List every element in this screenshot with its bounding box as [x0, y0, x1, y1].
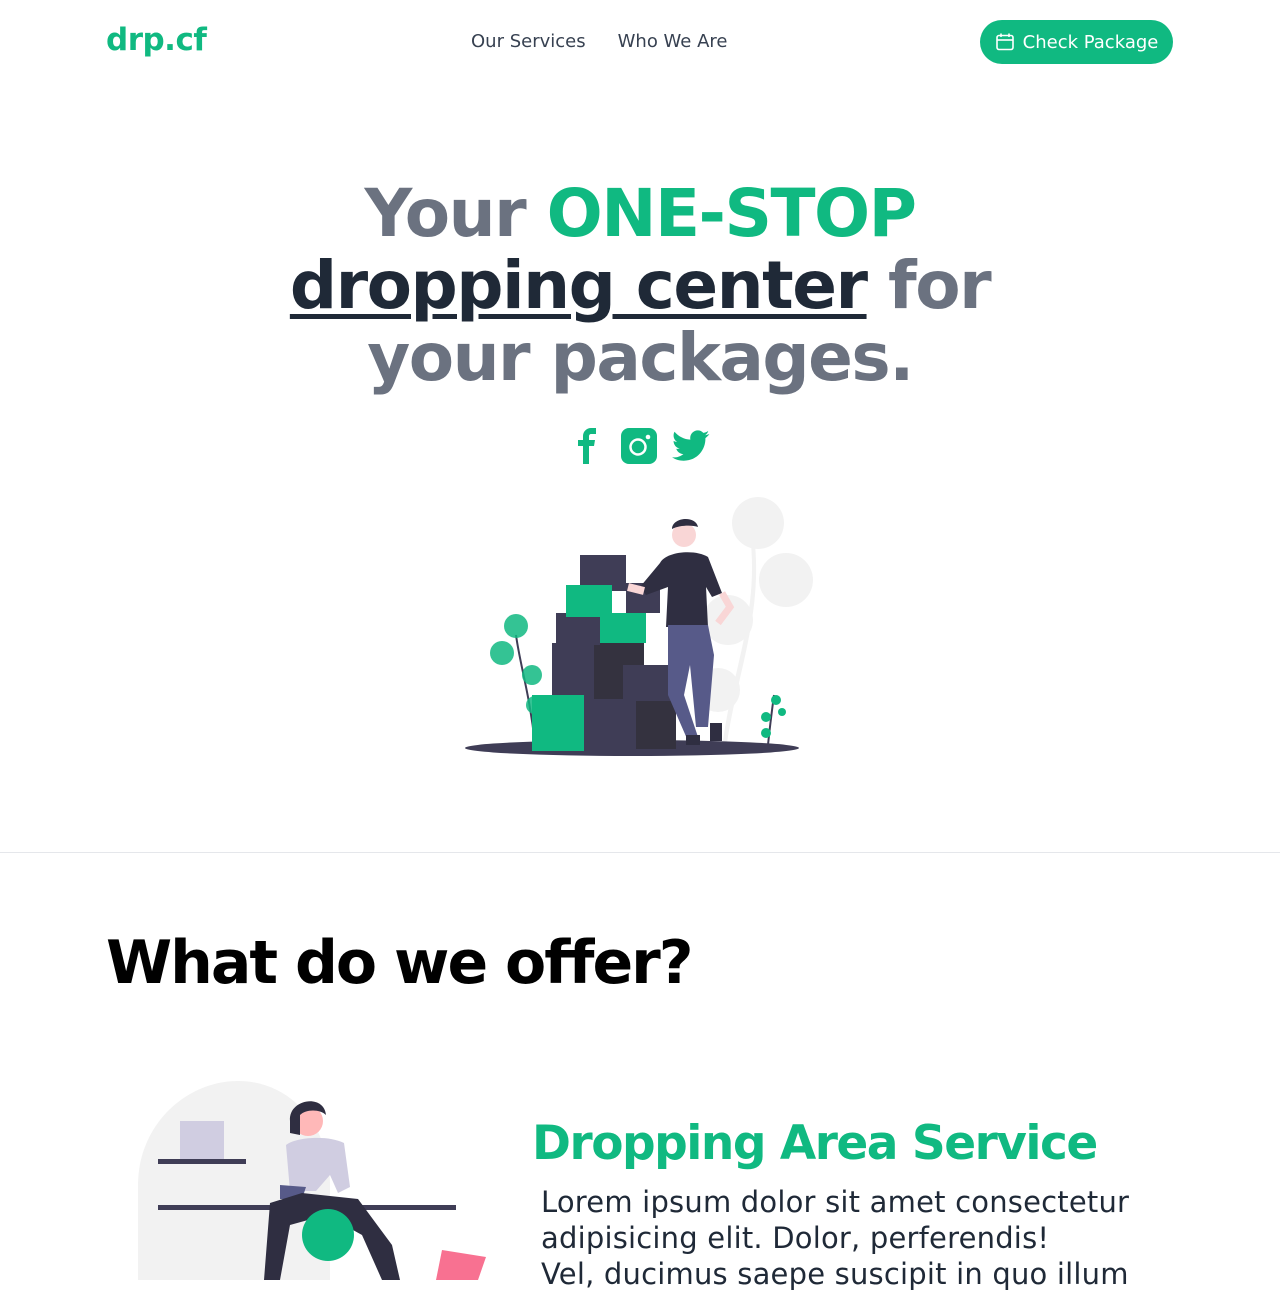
hero-title-line-3: your packages. [367, 319, 914, 396]
service-description-line: Lorem ipsum dolor sit amet consectetur [541, 1185, 1130, 1219]
section-divider [0, 852, 1280, 853]
navbar: drp.cf Our Services Who We Are Check Pac… [0, 0, 1280, 84]
social-links [568, 427, 710, 465]
hero-title-accent: ONE-STOP [546, 175, 917, 252]
service-description-line: adipisicing elit. Dolor, perferendis! [541, 1221, 1050, 1255]
service-description: Lorem ipsum dolor sit amet consectetur a… [541, 1184, 1181, 1292]
calendar-icon [995, 32, 1015, 52]
hero-illustration [460, 495, 820, 765]
dropping-area-illustration [130, 1075, 500, 1280]
nav-links: Our Services Who We Are [471, 31, 727, 52]
hero-title: Your ONE-STOP dropping center for your p… [240, 178, 1040, 394]
twitter-icon[interactable] [672, 427, 710, 465]
facebook-icon[interactable] [568, 427, 606, 465]
check-package-button[interactable]: Check Package [980, 20, 1173, 64]
instagram-icon[interactable] [620, 427, 658, 465]
offer-heading: What do we offer? [106, 928, 694, 998]
hero-title-word-your: Your [364, 175, 527, 252]
service-description-line: Vel, ducimus saepe suscipit in quo illum [541, 1257, 1129, 1291]
nav-link-who-we-are[interactable]: Who We Are [618, 31, 728, 52]
service-title: Dropping Area Service [532, 1116, 1098, 1171]
nav-link-our-services[interactable]: Our Services [471, 31, 586, 52]
logo[interactable]: drp.cf [106, 22, 207, 58]
hero-title-underlined: dropping center [289, 247, 868, 324]
check-package-label: Check Package [1022, 31, 1159, 53]
hero-title-word-for: for [888, 247, 992, 324]
